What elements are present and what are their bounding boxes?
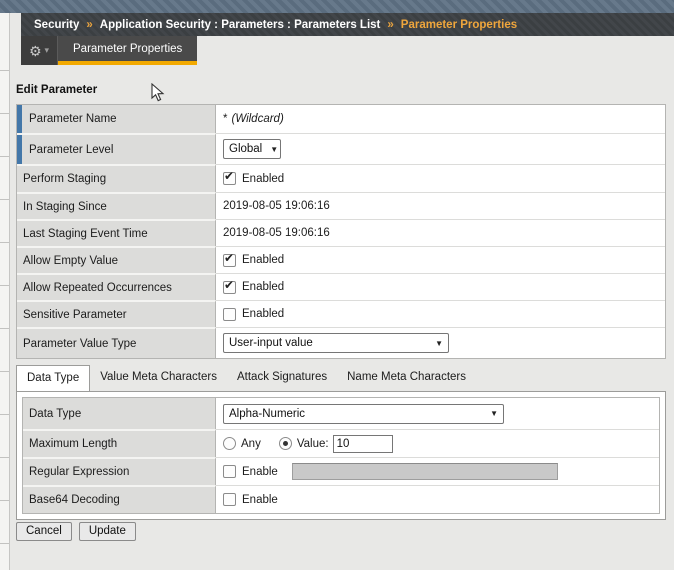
maximum-length-input[interactable] (332, 434, 393, 453)
parameter-level-select[interactable]: Global ▼ (223, 139, 281, 159)
parameter-value-type-label: Parameter Value Type (17, 327, 216, 358)
checkbox-label: Enabled (242, 254, 285, 266)
allow-empty-value-value: Enabled (216, 246, 665, 273)
checkbox-label: Enable (242, 465, 278, 478)
table-row: Parameter Value Type User-input value ▼ (17, 327, 665, 358)
table-row: Allow Repeated Occurrences Enabled (17, 273, 665, 300)
regular-expression-label: Regular Expression (23, 457, 216, 485)
breadcrumb-current: Parameter Properties (400, 18, 518, 31)
select-arrow-icon: ▼ (490, 409, 498, 418)
update-button[interactable]: Update (78, 522, 136, 541)
breadcrumb-chevron-icon: » (86, 18, 93, 31)
regular-expression-value: Enable (216, 457, 659, 485)
parameter-name-value: * (Wildcard) (216, 105, 665, 133)
select-arrow-icon: ▼ (435, 338, 443, 348)
maximum-length-label: Maximum Length (23, 429, 216, 457)
parameter-value-type-value: User-input value ▼ (216, 327, 665, 358)
table-row: Last Staging Event Time 2019-08-05 19:06… (17, 219, 665, 246)
selected-option: Alpha-Numeric (229, 407, 306, 420)
tab-attack-signatures[interactable]: Attack Signatures (227, 365, 337, 390)
table-row: Parameter Name * (Wildcard) (17, 105, 665, 133)
breadcrumb-chevron-icon: » (387, 18, 394, 31)
tab-value-meta-characters[interactable]: Value Meta Characters (90, 365, 227, 390)
checkbox-label: Enabled (242, 172, 285, 185)
perform-staging-value: Enabled (216, 164, 665, 192)
parameter-level-value: Global ▼ (216, 133, 665, 164)
caret-down-icon: ▾ (44, 45, 50, 55)
checkbox-label: Enabled (242, 308, 285, 320)
data-type-table: Data Type Alpha-Numeric ▼ Maximum Length… (22, 397, 660, 514)
data-type-value: Alpha-Numeric ▼ (216, 398, 659, 429)
in-staging-since-value: 2019-08-05 19:06:16 (216, 192, 665, 219)
base64-decoding-value: Enable (216, 485, 659, 513)
maximum-length-value: Any Value: (216, 429, 659, 457)
gear-menu-button[interactable]: ⚙ ▾ (21, 36, 58, 65)
data-type-panel: Data Type Alpha-Numeric ▼ Maximum Length… (16, 391, 666, 520)
breadcrumb-path[interactable]: Application Security : Parameters : Para… (100, 19, 381, 31)
breadcrumb: Security » Application Security : Parame… (21, 13, 674, 36)
top-banner (0, 0, 674, 13)
wildcard-note: (Wildcard) (231, 113, 284, 125)
allow-empty-value-label: Allow Empty Value (17, 246, 216, 273)
table-row: Data Type Alpha-Numeric ▼ (23, 398, 659, 429)
base64-decoding-label: Base64 Decoding (23, 485, 216, 513)
parameter-name-label: Parameter Name (17, 105, 216, 133)
cancel-button[interactable]: Cancel (16, 522, 72, 541)
left-nav-strip (0, 13, 10, 570)
tab-name-meta-characters[interactable]: Name Meta Characters (337, 365, 476, 390)
regular-expression-checkbox[interactable] (223, 465, 236, 478)
table-row: Base64 Decoding Enable (23, 485, 659, 513)
table-row: Regular Expression Enable (23, 457, 659, 485)
tab-parameter-properties[interactable]: Parameter Properties (58, 36, 198, 65)
base64-decoding-checkbox[interactable] (223, 493, 236, 506)
mouse-cursor (151, 83, 165, 102)
radio-label-any: Any (241, 437, 261, 450)
table-row: Maximum Length Any Value: (23, 429, 659, 457)
tab-data-type[interactable]: Data Type (16, 365, 91, 391)
table-row: Perform Staging Enabled (17, 164, 665, 192)
last-staging-event-time-label: Last Staging Event Time (17, 219, 216, 246)
table-row: Parameter Level Global ▼ (17, 133, 665, 164)
perform-staging-label: Perform Staging (17, 164, 216, 192)
sensitive-parameter-checkbox[interactable] (223, 307, 236, 321)
select-arrow-icon: ▼ (270, 144, 279, 154)
table-row: Allow Empty Value Enabled (17, 246, 665, 273)
in-staging-since-label: In Staging Since (17, 192, 216, 219)
action-buttons: Cancel Update (16, 522, 136, 541)
last-staging-event-time-value: 2019-08-05 19:06:16 (216, 219, 665, 246)
parameter-level-label: Parameter Level (17, 133, 216, 164)
perform-staging-checkbox[interactable] (223, 169, 236, 185)
maximum-length-any-radio[interactable] (223, 437, 236, 450)
parameter-value-type-select[interactable]: User-input value ▼ (223, 333, 449, 353)
data-type-select[interactable]: Alpha-Numeric ▼ (223, 403, 504, 424)
breadcrumb-section[interactable]: Security (34, 19, 79, 31)
sensitive-parameter-label: Sensitive Parameter (17, 300, 216, 327)
allow-repeated-occurrences-label: Allow Repeated Occurrences (17, 273, 216, 300)
allow-empty-value-checkbox[interactable] (223, 251, 236, 267)
radio-label-value: Value: (296, 437, 329, 450)
checkbox-label: Enabled (242, 281, 285, 293)
regular-expression-input (291, 463, 558, 480)
allow-repeated-occurrences-value: Enabled (216, 273, 665, 300)
selected-option: Global (229, 143, 263, 155)
data-type-tab-group: Data Type Value Meta Characters Attack S… (16, 364, 476, 391)
table-row: Sensitive Parameter Enabled (17, 300, 665, 327)
wildcard-star: * (223, 113, 228, 125)
allow-repeated-occurrences-checkbox[interactable] (223, 278, 236, 294)
gear-icon: ⚙ (28, 42, 42, 59)
page-title: Edit Parameter (16, 84, 98, 96)
app-tab-bar: ⚙ ▾ Parameter Properties (21, 36, 198, 65)
selected-option: User-input value (229, 337, 313, 349)
edit-parameter-table: Parameter Name * (Wildcard) Parameter Le… (16, 104, 666, 359)
maximum-length-value-radio[interactable] (278, 437, 292, 450)
table-row: In Staging Since 2019-08-05 19:06:16 (17, 192, 665, 219)
sensitive-parameter-value: Enabled (216, 300, 665, 327)
data-type-label: Data Type (23, 398, 216, 429)
checkbox-label: Enable (242, 493, 278, 506)
